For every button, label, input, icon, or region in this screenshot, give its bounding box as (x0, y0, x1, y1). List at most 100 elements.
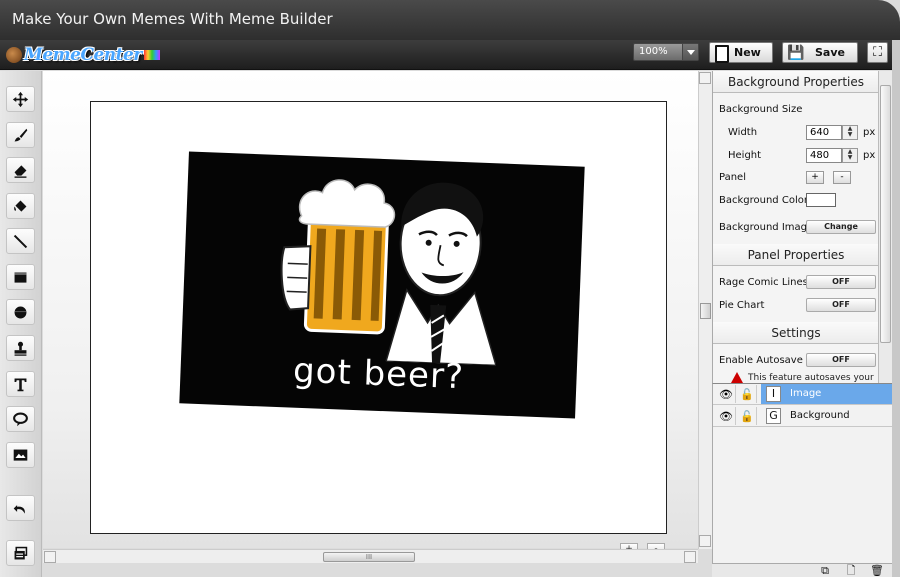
layer-row-image[interactable]: 👁 🔓 I Image (713, 384, 893, 405)
undo-icon (13, 504, 25, 514)
properties-scroll-thumb[interactable] (880, 85, 891, 343)
panel-label: Panel (719, 172, 746, 183)
logo-mascot-icon (6, 47, 22, 63)
line-tool[interactable] (6, 228, 35, 254)
add-panel-button[interactable]: + (806, 171, 824, 184)
eraser-tool[interactable] (6, 157, 35, 183)
scroll-right-arrow-icon[interactable] (684, 551, 696, 563)
paint-bucket-icon (14, 200, 27, 212)
new-button[interactable]: New (709, 42, 773, 63)
layer-name: Background (790, 410, 850, 421)
properties-panel: Background Properties Background Size Wi… (712, 71, 878, 383)
unlock-icon[interactable]: 🔓 (738, 407, 757, 425)
memecenter-logo[interactable]: MemeCenter (6, 42, 160, 68)
vertical-scroll-thumb[interactable] (700, 303, 711, 319)
properties-scrollbar[interactable] (878, 71, 892, 383)
width-stepper[interactable]: ▲ ▼ (842, 125, 858, 140)
title-bar: Make Your Own Memes With Meme Builder (0, 0, 900, 40)
width-unit: px (863, 127, 876, 138)
ellipse-icon (14, 306, 27, 318)
width-label: Width (728, 127, 758, 138)
horizontal-scroll-thumb[interactable]: III (323, 552, 415, 562)
scroll-up-arrow-icon[interactable] (699, 72, 711, 84)
line-icon (13, 234, 28, 248)
undo-tool[interactable] (6, 495, 35, 521)
eye-icon[interactable]: 👁 (717, 385, 736, 403)
height-unit: px (863, 150, 876, 161)
background-image-label: Background Image (719, 222, 814, 233)
rectangle-icon (14, 271, 27, 283)
layers-tool[interactable] (6, 540, 35, 566)
meme-image[interactable]: got beer? (179, 151, 585, 419)
layers-action-bar: ⧉ 🗋 🗑 (712, 563, 892, 577)
brush-tool[interactable] (6, 122, 35, 148)
height-stepper[interactable]: ▲ ▼ (842, 148, 858, 163)
layer-name: Image (790, 388, 822, 399)
logo-rainbow-icon (143, 50, 160, 60)
image-tool[interactable] (6, 442, 35, 468)
beer-man-illustration (280, 179, 498, 366)
height-input[interactable]: 480 (806, 148, 842, 163)
pie-chart-label: Pie Chart (719, 300, 765, 311)
zoom-select[interactable]: 100% (633, 43, 699, 61)
layer-row-background[interactable]: 👁 🔓 G Background (713, 406, 893, 427)
move-arrows-icon (12, 91, 29, 107)
eraser-icon (14, 164, 27, 178)
scroll-left-arrow-icon[interactable] (44, 551, 56, 563)
horizontal-scrollbar[interactable]: III (43, 549, 698, 563)
pie-chart-toggle[interactable]: OFF (806, 298, 876, 312)
meme-canvas[interactable]: got beer? (90, 101, 667, 534)
scroll-down-arrow-icon[interactable] (699, 535, 711, 547)
window-edge (892, 40, 900, 577)
fill-tool[interactable] (6, 193, 35, 219)
meme-builder-app: Make Your Own Memes With Meme Builder Me… (0, 0, 900, 577)
background-size-label: Background Size (719, 104, 803, 115)
speech-bubble-tool[interactable] (6, 406, 35, 432)
stamp-tool[interactable] (6, 335, 35, 361)
meme-caption[interactable]: got beer? (180, 346, 577, 401)
settings-header[interactable]: Settings (713, 322, 878, 344)
window-title: Make Your Own Memes With Meme Builder (12, 10, 333, 28)
width-input[interactable]: 640 (806, 125, 842, 140)
unlock-icon[interactable]: 🔓 (738, 385, 757, 403)
warning-icon (731, 372, 743, 383)
speech-bubble-icon (13, 412, 28, 426)
text-tool[interactable] (6, 371, 35, 397)
stamp-icon (14, 341, 27, 356)
tool-palette (0, 71, 42, 577)
remove-panel-button[interactable]: - (833, 171, 851, 184)
save-button[interactable]: 💾 Save (782, 42, 858, 63)
move-tool[interactable] (6, 86, 35, 112)
enable-autosave-toggle[interactable]: OFF (806, 353, 876, 367)
rage-comic-lines-toggle[interactable]: OFF (806, 275, 876, 289)
background-properties-header[interactable]: Background Properties (713, 71, 878, 93)
background-color-swatch[interactable] (806, 193, 836, 207)
rage-comic-lines-label: Rage Comic Lines (719, 277, 808, 288)
new-document-icon (714, 44, 729, 63)
vertical-scrollbar[interactable] (698, 71, 712, 549)
rectangle-tool[interactable] (6, 264, 35, 290)
floppy-disk-icon: 💾 (787, 44, 805, 61)
layer-type-badge: I (766, 386, 781, 402)
zoom-value: 100% (639, 46, 668, 57)
panel-properties-header[interactable]: Panel Properties (713, 244, 878, 266)
new-layer-icon[interactable]: 🗋 (844, 565, 858, 577)
eye-icon[interactable]: 👁 (717, 407, 736, 425)
text-icon (14, 378, 27, 391)
duplicate-layer-icon[interactable]: ⧉ (818, 565, 832, 577)
background-color-label: Background Color (719, 195, 808, 206)
trash-icon[interactable]: 🗑 (870, 565, 884, 577)
change-background-image-button[interactable]: Change (806, 220, 876, 234)
layer-type-badge: G (766, 408, 781, 424)
layers-panel: 👁 🔓 I Image 👁 🔓 G Background (712, 383, 893, 563)
canvas-stage[interactable]: got beer? + - (43, 71, 698, 555)
autosave-warning: This feature autosaves your (731, 372, 874, 383)
layers-icon (14, 546, 28, 559)
chevron-down-icon[interactable] (682, 44, 698, 60)
enable-autosave-label: Enable Autosave (719, 355, 803, 366)
autosave-warning-text: This feature autosaves your (748, 372, 874, 383)
height-label: Height (728, 150, 762, 161)
fullscreen-button[interactable]: ⛶ (867, 42, 888, 63)
ellipse-tool[interactable] (6, 299, 35, 325)
brush-icon (14, 128, 28, 141)
